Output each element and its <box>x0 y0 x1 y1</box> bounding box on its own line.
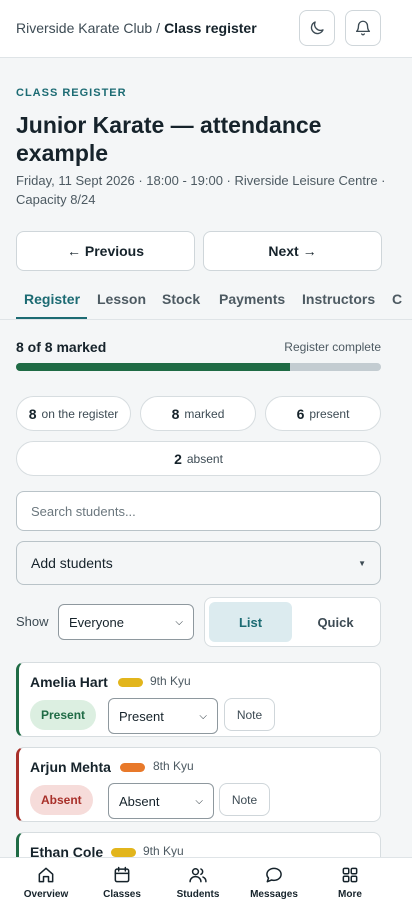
nav-overview[interactable]: Overview <box>11 865 81 900</box>
tab-stock[interactable]: Stock <box>162 291 200 307</box>
nav-label: Messages <box>250 889 298 900</box>
view-list-button[interactable]: List <box>209 602 292 642</box>
users-icon <box>189 868 207 883</box>
belt-indicator <box>118 678 143 687</box>
tab-register[interactable]: Register <box>24 291 80 307</box>
stat-label: present <box>309 406 350 421</box>
attendance-select[interactable]: Absent ⌵ <box>108 783 214 819</box>
nav-label: Overview <box>23 889 69 900</box>
active-tab-indicator <box>16 317 87 319</box>
stat-marked: 8 marked <box>140 396 256 431</box>
previous-button[interactable]: ← Previous <box>16 231 195 271</box>
tab-lesson[interactable]: Lesson <box>97 291 146 307</box>
tab-payments[interactable]: Payments <box>219 291 285 307</box>
nav-students[interactable]: Students <box>163 865 233 900</box>
nav-label: More <box>338 889 362 900</box>
chevron-down-icon: ⌵ <box>175 616 183 628</box>
show-filter-label: Show <box>16 614 49 629</box>
note-button[interactable]: Note <box>219 783 270 816</box>
breadcrumb-current: Class register <box>164 20 257 36</box>
stat-on-register: 8 on the register <box>16 396 131 431</box>
student-grade: 9th Kyu <box>143 844 184 858</box>
notifications-button[interactable] <box>345 10 381 46</box>
stat-label: absent <box>186 451 223 466</box>
stat-value: 8 <box>171 405 180 422</box>
status-badge-absent: Absent <box>30 785 93 815</box>
stat-value: 2 <box>174 450 182 467</box>
bell-icon <box>355 20 371 36</box>
search-input[interactable] <box>16 491 381 531</box>
next-button[interactable]: Next → <box>203 231 382 271</box>
attendance-select-value: Present <box>119 708 164 724</box>
marked-count: 8 of 8 marked <box>16 339 107 355</box>
attendance-select-value: Absent <box>119 793 160 809</box>
student-card: Amelia Hart 9th Kyu Present Present ⌵ No… <box>16 662 381 737</box>
top-bar: Riverside Karate Club / Class register <box>0 0 412 58</box>
progress-fill <box>16 363 290 371</box>
nav-label: Classes <box>103 889 141 900</box>
student-grade: 8th Kyu <box>153 759 194 773</box>
tab-overflow[interactable]: C <box>392 291 402 307</box>
stat-value: 8 <box>28 405 37 422</box>
register-status: Register complete <box>284 340 381 354</box>
add-students-label: Add students <box>31 555 113 571</box>
student-name: Arjun Mehta <box>30 759 111 775</box>
grid-icon <box>342 867 358 883</box>
belt-indicator <box>120 763 145 772</box>
student-card: Arjun Mehta 8th Kyu Absent Absent ⌵ Note <box>16 747 381 822</box>
home-icon <box>38 867 54 883</box>
show-filter-select[interactable]: Everyone ⌵ <box>58 604 194 640</box>
calendar-icon <box>114 866 130 883</box>
bottom-navigation: Overview Classes Students Messages More <box>0 857 412 915</box>
progress-bar <box>16 363 381 371</box>
tab-bar: Register Lesson Stock Payments Instructo… <box>0 282 412 320</box>
class-meta: Friday, 11 Sept 2026 · 18:00 - 19:00 · R… <box>16 173 386 207</box>
attendance-select[interactable]: Present ⌵ <box>108 698 218 734</box>
stat-label: marked <box>184 406 225 421</box>
nav-label: Students <box>176 889 220 900</box>
nav-more[interactable]: More <box>315 865 385 900</box>
show-filter-value: Everyone <box>69 614 124 630</box>
theme-toggle-button[interactable] <box>299 10 335 46</box>
page-eyebrow: CLASS REGISTER <box>16 87 127 99</box>
student-name: Amelia Hart <box>30 674 108 690</box>
add-students-select[interactable]: Add students ▼ <box>16 541 381 585</box>
tab-instructors[interactable]: Instructors <box>302 291 375 307</box>
stat-absent: 2 absent <box>16 441 381 476</box>
breadcrumb-parent-link[interactable]: Riverside Karate Club <box>16 20 152 36</box>
chat-icon <box>266 867 282 883</box>
nav-messages[interactable]: Messages <box>239 865 309 900</box>
view-toggle: List Quick <box>204 597 381 647</box>
stat-present: 6 present <box>265 396 381 431</box>
moon-icon <box>310 21 324 35</box>
breadcrumb-separator: / <box>156 20 161 36</box>
breadcrumb: Riverside Karate Club / Class register <box>16 20 257 36</box>
caret-down-icon: ▼ <box>358 558 366 568</box>
note-button[interactable]: Note <box>224 698 275 731</box>
chevron-down-icon: ⌵ <box>199 710 207 722</box>
stat-label: on the register <box>41 406 119 421</box>
view-quick-button[interactable]: Quick <box>294 602 377 642</box>
student-grade: 9th Kyu <box>150 674 191 688</box>
belt-indicator <box>111 848 136 857</box>
nav-classes[interactable]: Classes <box>87 865 157 900</box>
stat-value: 6 <box>296 405 305 422</box>
status-badge-present: Present <box>30 700 97 730</box>
chevron-down-icon: ⌵ <box>195 795 203 807</box>
page-title: Junior Karate — attendance example <box>16 112 322 166</box>
